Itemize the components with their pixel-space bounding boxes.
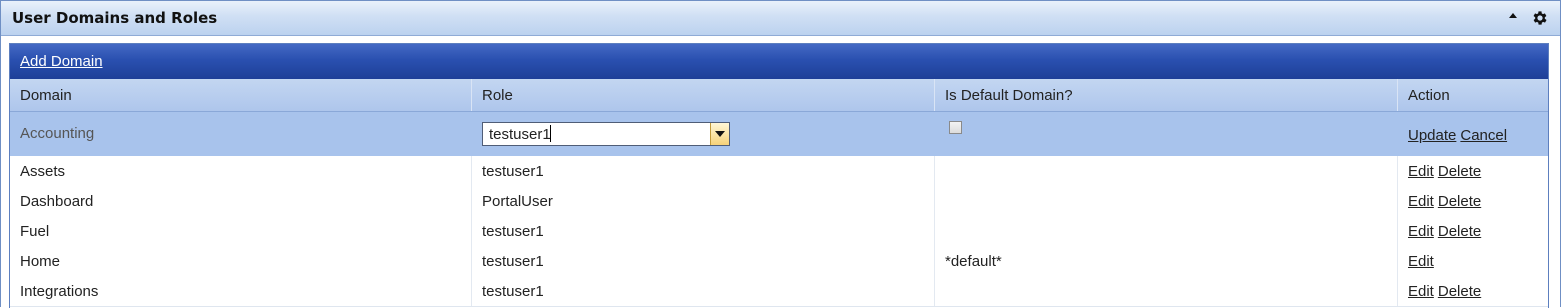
edit-row-actions: Update Cancel <box>1398 112 1548 156</box>
edit-link[interactable]: Edit <box>1408 193 1434 210</box>
row-actions: Edit Delete <box>1398 186 1548 216</box>
edit-link[interactable]: Edit <box>1408 283 1434 300</box>
row-default <box>935 156 1398 186</box>
row-domain: Assets <box>10 156 472 186</box>
row-default <box>935 276 1398 306</box>
row-role: PortalUser <box>472 186 935 216</box>
row-role: testuser1 <box>472 276 935 306</box>
row-role: testuser1 <box>472 156 935 186</box>
row-role: testuser1 <box>472 216 935 246</box>
delete-link[interactable]: Delete <box>1438 193 1481 210</box>
row-default <box>935 186 1398 216</box>
row-actions: Edit Delete <box>1398 276 1548 306</box>
gear-icon[interactable] <box>1531 9 1549 27</box>
column-header-domain[interactable]: Domain <box>10 79 472 111</box>
row-actions: Edit Delete <box>1398 216 1548 246</box>
cancel-link[interactable]: Cancel <box>1460 127 1507 144</box>
row-role: testuser1 <box>472 246 935 276</box>
table-row: Integrations testuser1 Edit Delete <box>10 276 1548 307</box>
edit-row-role-cell: testuser1 <box>472 112 935 156</box>
edit-link[interactable]: Edit <box>1408 163 1434 180</box>
edit-row: Accounting testuser1 Update Cancel <box>10 112 1548 156</box>
domains-grid: Add Domain Domain Role Is Default Domain… <box>9 43 1549 308</box>
text-caret <box>550 125 551 142</box>
collapse-arrow-icon[interactable] <box>1509 13 1517 18</box>
row-domain: Fuel <box>10 216 472 246</box>
add-domain-link[interactable]: Add Domain <box>20 53 103 70</box>
dropdown-arrow-icon[interactable] <box>710 123 729 145</box>
panel-title: User Domains and Roles <box>12 9 218 27</box>
panel-header: User Domains and Roles <box>1 1 1560 36</box>
grid-toolbar: Add Domain <box>10 44 1548 79</box>
role-select-value[interactable]: testuser1 <box>489 126 551 143</box>
column-header-role[interactable]: Role <box>472 79 935 111</box>
user-domains-panel: User Domains and Roles Add Domain Domain… <box>0 0 1561 308</box>
row-domain: Dashboard <box>10 186 472 216</box>
edit-row-default-cell <box>935 112 1398 156</box>
is-default-checkbox[interactable] <box>949 121 962 134</box>
delete-link[interactable]: Delete <box>1438 163 1481 180</box>
delete-link[interactable]: Delete <box>1438 283 1481 300</box>
grid-header: Domain Role Is Default Domain? Action <box>10 79 1548 112</box>
row-actions: Edit <box>1398 246 1548 276</box>
delete-link[interactable]: Delete <box>1438 223 1481 240</box>
table-row: Home testuser1 *default* Edit <box>10 246 1548 277</box>
edit-link[interactable]: Edit <box>1408 223 1434 240</box>
row-default <box>935 216 1398 246</box>
edit-link[interactable]: Edit <box>1408 253 1434 270</box>
table-row: Assets testuser1 Edit Delete <box>10 156 1548 187</box>
column-header-action[interactable]: Action <box>1398 79 1548 111</box>
table-row: Dashboard PortalUser Edit Delete <box>10 186 1548 217</box>
update-link[interactable]: Update <box>1408 127 1456 144</box>
row-domain: Home <box>10 246 472 276</box>
row-actions: Edit Delete <box>1398 156 1548 186</box>
column-header-is-default[interactable]: Is Default Domain? <box>935 79 1398 111</box>
edit-row-domain: Accounting <box>20 125 95 142</box>
row-domain: Integrations <box>10 276 472 306</box>
row-default: *default* <box>935 246 1398 276</box>
role-select[interactable]: testuser1 <box>482 122 730 146</box>
table-row: Fuel testuser1 Edit Delete <box>10 216 1548 247</box>
